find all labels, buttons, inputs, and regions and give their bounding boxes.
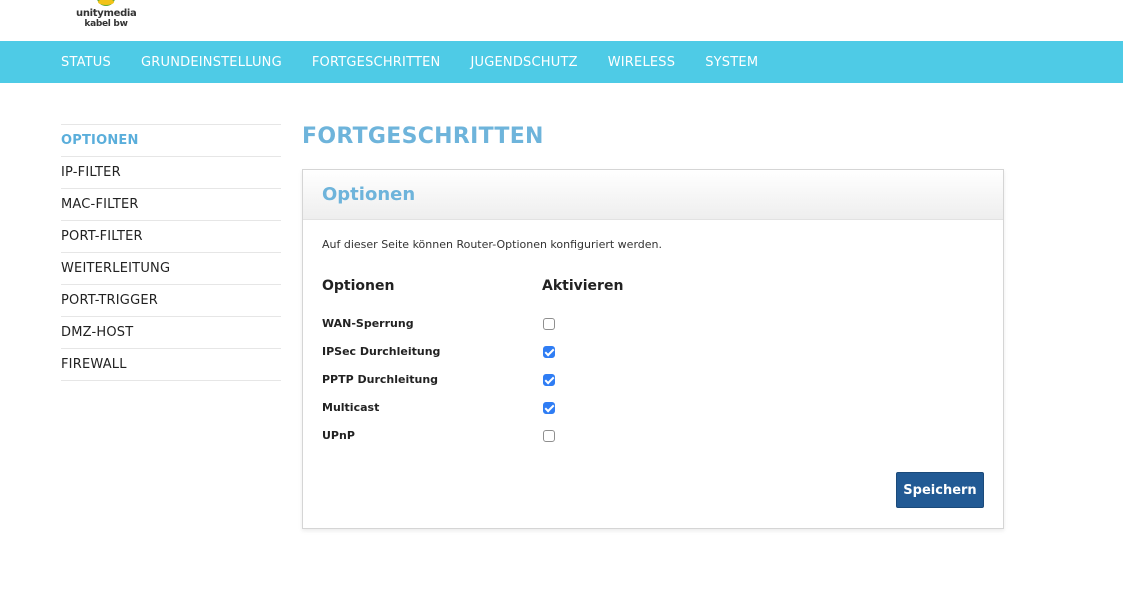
option-row-upnp: UPnP — [303, 427, 1003, 445]
brand-logo[interactable]: unitymedia kabel bw — [76, 0, 137, 36]
save-button[interactable]: Speichern — [896, 472, 984, 508]
sidebar-item-weiterleitung[interactable]: WEITERLEITUNG — [61, 253, 281, 285]
main-nav-bar: STATUS GRUNDEINSTELLUNG FORTGESCHRITTEN … — [0, 41, 1123, 83]
multicast-checkbox[interactable] — [543, 402, 555, 414]
unitymedia-logo-icon — [97, 0, 115, 6]
sidebar-item-ip-filter[interactable]: IP-FILTER — [61, 157, 281, 189]
nav-item-wireless[interactable]: WIRELESS — [608, 55, 676, 70]
nav-item-status[interactable]: STATUS — [61, 55, 111, 70]
option-label: WAN-Sperrung — [322, 317, 414, 330]
column-header-options: Optionen — [322, 278, 395, 294]
page-title: FORTGESCHRITTEN — [302, 124, 544, 149]
main-nav-list: STATUS GRUNDEINSTELLUNG FORTGESCHRITTEN … — [61, 41, 788, 83]
pptp-durchleitung-checkbox[interactable] — [543, 374, 555, 386]
sidebar-item-port-trigger[interactable]: PORT-TRIGGER — [61, 285, 281, 317]
sidebar-item-optionen[interactable]: OPTIONEN — [61, 125, 281, 157]
nav-item-jugendschutz[interactable]: JUGENDSCHUTZ — [470, 55, 577, 70]
nav-item-system[interactable]: SYSTEM — [705, 55, 758, 70]
option-row-multicast: Multicast — [303, 399, 1003, 417]
nav-item-fortgeschritten[interactable]: FORTGESCHRITTEN — [312, 55, 441, 70]
option-label: IPSec Durchleitung — [322, 345, 441, 358]
wan-sperrung-checkbox[interactable] — [543, 318, 555, 330]
panel-description: Auf dieser Seite können Router-Optionen … — [322, 238, 662, 251]
option-row-pptp-durchleitung: PPTP Durchleitung — [303, 371, 1003, 389]
sidebar-item-mac-filter[interactable]: MAC-FILTER — [61, 189, 281, 221]
sidebar: OPTIONEN IP-FILTER MAC-FILTER PORT-FILTE… — [61, 124, 281, 381]
top-header: unitymedia kabel bw — [0, 0, 1123, 41]
option-label: PPTP Durchleitung — [322, 373, 439, 386]
ipsec-durchleitung-checkbox[interactable] — [543, 346, 555, 358]
sidebar-item-firewall[interactable]: FIREWALL — [61, 349, 281, 381]
sidebar-item-dmz-host[interactable]: DMZ-HOST — [61, 317, 281, 349]
option-row-ipsec-durchleitung: IPSec Durchleitung — [303, 343, 1003, 361]
brand-subname: kabel bw — [84, 19, 128, 29]
nav-item-grundeinstellung[interactable]: GRUNDEINSTELLUNG — [141, 55, 282, 70]
option-label: Multicast — [322, 401, 380, 414]
column-header-enable: Aktivieren — [542, 278, 624, 294]
brand-name: unitymedia — [76, 8, 137, 19]
panel-title: Optionen — [322, 184, 416, 205]
options-panel: Optionen Auf dieser Seite können Router-… — [302, 169, 1004, 529]
panel-header: Optionen — [303, 170, 1003, 220]
upnp-checkbox[interactable] — [543, 430, 555, 442]
sidebar-item-port-filter[interactable]: PORT-FILTER — [61, 221, 281, 253]
option-row-wan-sperrung: WAN-Sperrung — [303, 315, 1003, 333]
option-label: UPnP — [322, 429, 355, 442]
